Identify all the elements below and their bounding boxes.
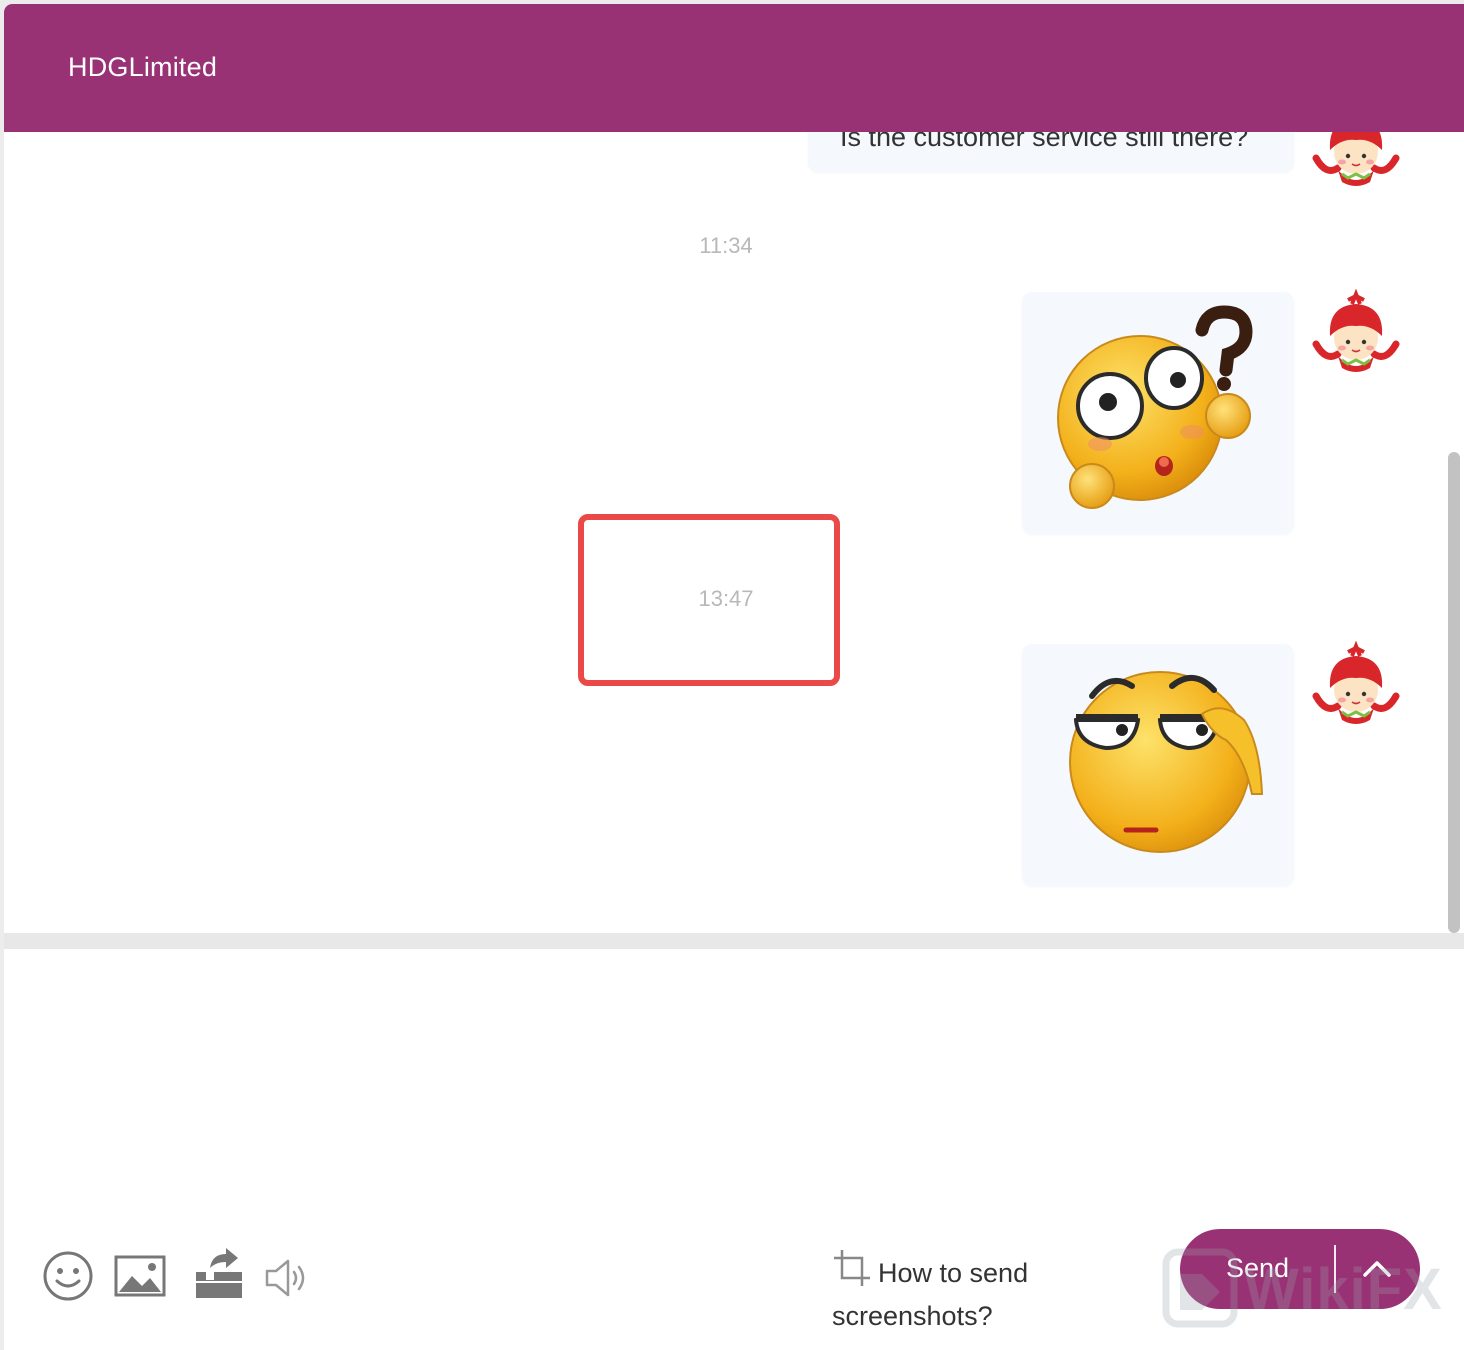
send-separator <box>1334 1245 1336 1293</box>
message-timestamp: 13:47 <box>698 586 754 611</box>
input-divider[interactable] <box>4 933 1464 949</box>
user-avatar-icon <box>1312 288 1400 372</box>
message-bubble-text: Is the customer service still there? <box>808 132 1294 172</box>
crop-icon <box>834 1250 870 1286</box>
header-title: HDGLimited <box>68 52 218 82</box>
send-label: Send <box>1226 1253 1290 1283</box>
chevron-up-icon[interactable] <box>1360 1253 1394 1283</box>
message-timestamp: 11:34 <box>699 233 753 258</box>
user-avatar-icon <box>1312 640 1400 724</box>
message-bubble-emoji[interactable] <box>1022 644 1294 886</box>
speaker-icon[interactable] <box>264 1256 310 1300</box>
message-list[interactable]: Is the customer service still there? 11:… <box>4 132 1448 933</box>
scrollbar-thumb[interactable] <box>1448 452 1460 933</box>
how-to-send-screenshots-link[interactable]: How to send screenshots? <box>832 1248 1092 1338</box>
user-avatar-icon <box>1312 132 1400 186</box>
speechless-emoji-icon <box>1069 671 1264 853</box>
smiley-icon[interactable] <box>42 1250 94 1302</box>
confused-emoji-icon <box>1057 305 1253 509</box>
image-icon[interactable] <box>114 1254 166 1298</box>
share-file-icon[interactable] <box>192 1244 246 1300</box>
message-text: Is the customer service still there? <box>840 132 1249 152</box>
chat-window: HDGLimited Is the customer service still… <box>4 4 1464 1350</box>
send-button[interactable]: Send <box>1180 1229 1420 1309</box>
message-bubble-emoji[interactable] <box>1022 292 1294 534</box>
chat-header: HDGLimited <box>4 4 1464 132</box>
